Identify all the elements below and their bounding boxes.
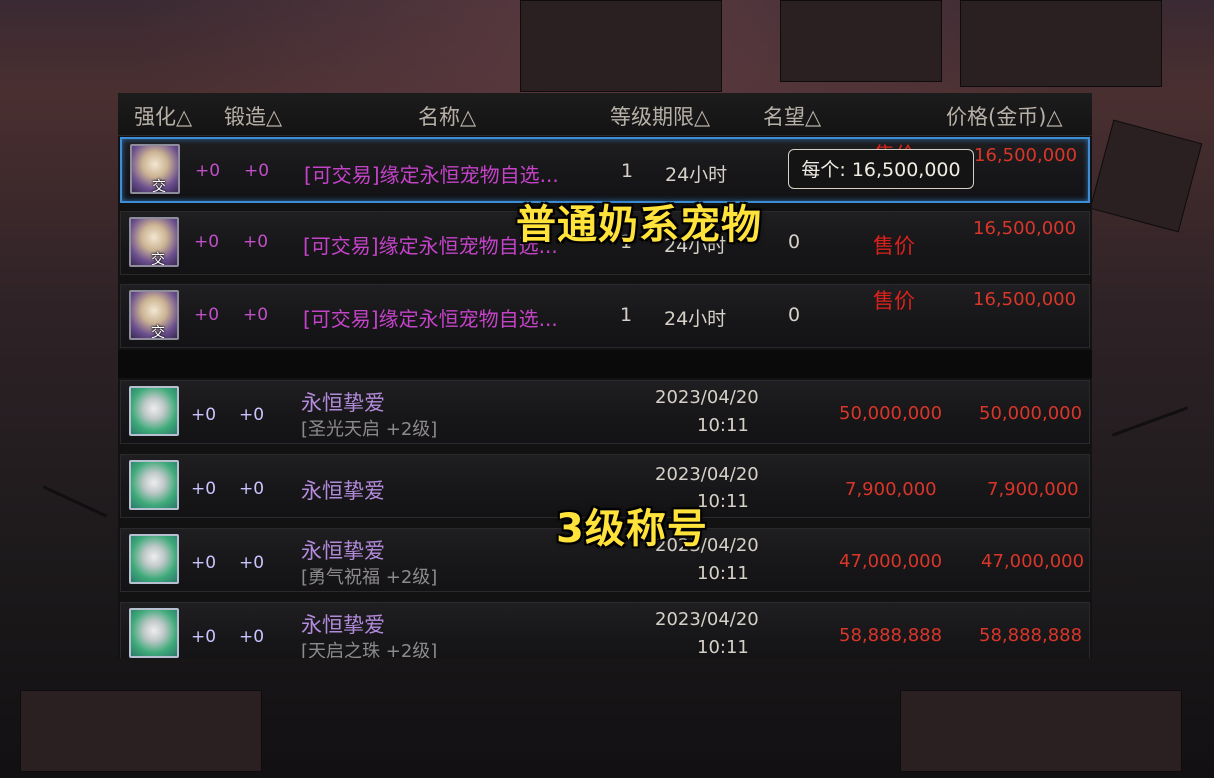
item-level: 1 xyxy=(620,304,633,326)
title-flower-icon xyxy=(129,460,179,510)
title-listing-row[interactable]: +0 +0 永恒挚爱 [天启之珠 +2级] 2023/04/20 10:11 5… xyxy=(120,602,1090,658)
sort-level-limit-header[interactable]: 等级期限△ xyxy=(610,101,710,131)
expire-date: 2023/04/20 xyxy=(655,464,759,485)
price-value: 16,500,000 xyxy=(974,145,1078,166)
background-pillar xyxy=(1089,119,1203,233)
price-value: 16,500,000 xyxy=(973,289,1077,310)
item-reputation: 0 xyxy=(788,231,801,253)
item-name: 永恒挚爱 xyxy=(301,613,385,637)
title-caption-overlay: 3级称号 xyxy=(556,506,708,552)
forge-value: +0 xyxy=(239,553,265,573)
item-period: 24小时 xyxy=(665,164,728,186)
expire-time: 10:11 xyxy=(697,637,749,658)
pet-egg-icon: 交易 xyxy=(129,217,179,267)
background-rock xyxy=(20,690,262,772)
price-value: 16,500,000 xyxy=(973,218,1077,239)
item-subtitle: [圣光天启 +2级] xyxy=(301,419,438,440)
tradeable-label: 交易 xyxy=(152,179,166,194)
background-stone-block xyxy=(520,0,722,92)
price-value: 50,000,000 xyxy=(979,403,1083,424)
tradeable-label: 交易 xyxy=(151,325,165,340)
expire-time: 10:11 xyxy=(697,563,749,584)
forge-value: +0 xyxy=(239,479,265,499)
sell-price-label: 售价 xyxy=(873,234,915,258)
unit-price-value: 47,000,000 xyxy=(839,551,943,572)
enhance-value: +0 xyxy=(191,553,217,573)
title-flower-icon xyxy=(129,608,179,658)
tradeable-label: 交易 xyxy=(151,252,165,267)
pet-listing-row[interactable]: 交易 +0 +0 [可交易]缘定永恒宠物自选... 1 24小时 0 售价 16… xyxy=(120,284,1090,348)
background-crack xyxy=(42,485,108,518)
unit-price-value: 7,900,000 xyxy=(845,479,937,500)
price-value: 47,000,000 xyxy=(981,551,1085,572)
item-name: [可交易]缘定永恒宠物自选... xyxy=(304,163,559,187)
pet-egg-icon: 交易 xyxy=(130,144,180,194)
forge-value: +0 xyxy=(243,305,269,325)
sort-enhance-header[interactable]: 强化△ xyxy=(134,101,192,131)
title-listing-row[interactable]: +0 +0 永恒挚爱 [圣光天启 +2级] 2023/04/20 10:11 5… xyxy=(120,380,1090,444)
sell-price-label: 售价 xyxy=(873,289,915,313)
enhance-value: +0 xyxy=(194,305,220,325)
forge-value: +0 xyxy=(239,405,265,425)
enhance-value: +0 xyxy=(191,405,217,425)
enhance-value: +0 xyxy=(191,479,217,499)
title-flower-icon xyxy=(129,534,179,584)
pet-egg-icon: 交易 xyxy=(129,290,179,340)
item-reputation: 0 xyxy=(788,304,801,326)
forge-value: +0 xyxy=(243,232,269,252)
enhance-value: +0 xyxy=(191,627,217,647)
column-header-row: 强化△ 锻造△ 名称△ 等级期限△ 名望△ 价格(金币)△ xyxy=(118,93,1092,136)
unit-price-value: 58,888,888 xyxy=(839,625,943,646)
forge-value: +0 xyxy=(244,161,270,181)
background-crack xyxy=(1111,406,1189,437)
item-period: 24小时 xyxy=(664,308,727,330)
item-subtitle: [勇气祝福 +2级] xyxy=(301,567,438,588)
forge-value: +0 xyxy=(239,627,265,647)
item-name: 永恒挚爱 xyxy=(301,391,385,415)
section-divider xyxy=(118,350,1092,378)
background-rock xyxy=(900,690,1182,772)
item-name: 永恒挚爱 xyxy=(301,539,385,563)
price-value: 58,888,888 xyxy=(979,625,1083,646)
enhance-value: +0 xyxy=(194,232,220,252)
sort-price-header[interactable]: 价格(金币)△ xyxy=(946,101,1063,131)
background-stone-block xyxy=(960,0,1162,87)
expire-time: 10:11 xyxy=(697,415,749,436)
item-subtitle: [天启之珠 +2级] xyxy=(301,641,438,658)
pet-caption-overlay: 普通奶系宠物 xyxy=(516,202,762,248)
price-value: 7,900,000 xyxy=(987,479,1079,500)
sort-name-header[interactable]: 名称△ xyxy=(418,101,476,131)
unit-price-tooltip: 每个: 16,500,000 xyxy=(788,149,974,189)
background-stone-block xyxy=(780,0,942,82)
item-name: [可交易]缘定永恒宠物自选... xyxy=(303,307,558,331)
expire-date: 2023/04/20 xyxy=(655,609,759,630)
enhance-value: +0 xyxy=(195,161,221,181)
expire-date: 2023/04/20 xyxy=(655,387,759,408)
item-level: 1 xyxy=(621,160,634,182)
item-name: 永恒挚爱 xyxy=(301,479,385,503)
unit-price-value: 50,000,000 xyxy=(839,403,943,424)
sort-reputation-header[interactable]: 名望△ xyxy=(763,101,821,131)
sort-forge-header[interactable]: 锻造△ xyxy=(224,101,282,131)
title-flower-icon xyxy=(129,386,179,436)
